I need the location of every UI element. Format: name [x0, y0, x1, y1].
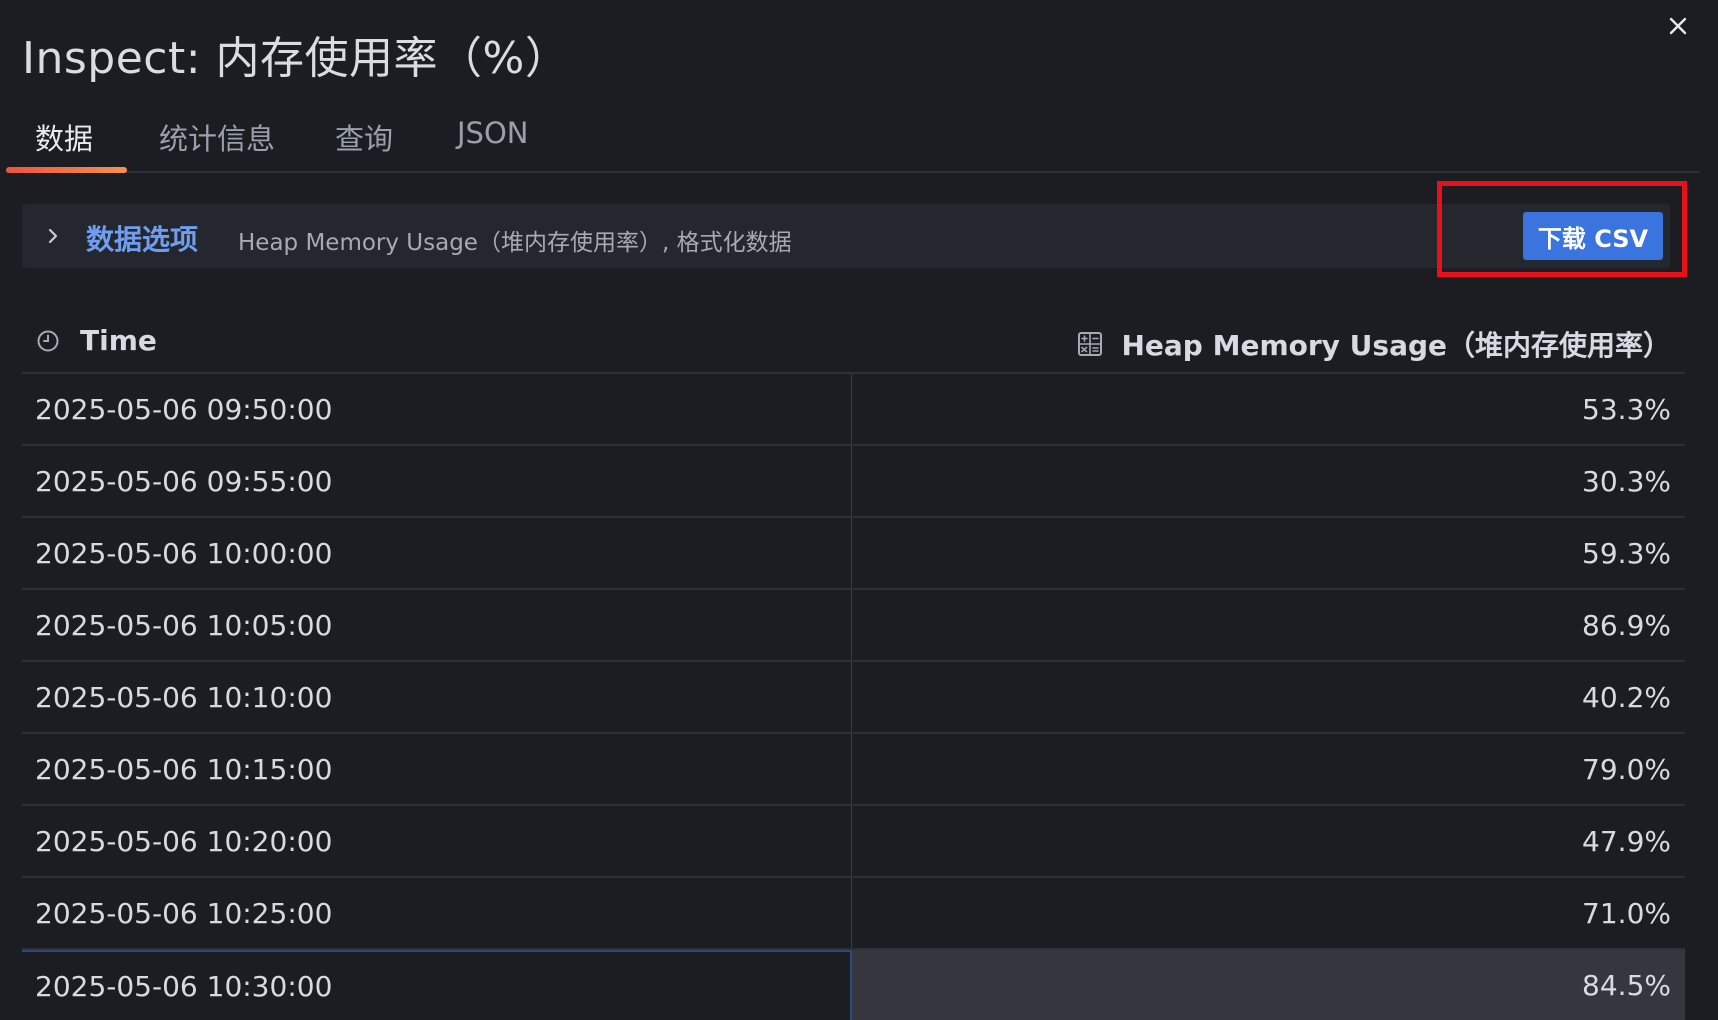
calculator-icon [1077, 331, 1103, 357]
value-cell: 79.0% [1582, 752, 1671, 786]
value-cell: 30.3% [1582, 464, 1671, 498]
column-header-value[interactable]: Heap Memory Usage（堆内存使用率） [1077, 324, 1671, 364]
table-row[interactable]: 2025-05-06 10:20:00 47.9% [22, 806, 1685, 878]
download-csv-button[interactable]: 下载 CSV [1523, 212, 1663, 260]
clock-icon [36, 329, 60, 353]
time-cell: 2025-05-06 10:00:00 [22, 518, 852, 588]
column-header-time[interactable]: Time [36, 324, 157, 357]
tab-data[interactable]: 数据 [35, 116, 93, 158]
table-row[interactable]: 2025-05-06 10:10:00 40.2% [22, 662, 1685, 734]
tab-stats[interactable]: 统计信息 [159, 116, 275, 158]
table-row[interactable]: 2025-05-06 10:15:00 79.0% [22, 734, 1685, 806]
active-tab-indicator [6, 167, 127, 173]
time-cell: 2025-05-06 09:55:00 [22, 446, 852, 516]
tab-bar: 数据 统计信息 查询 JSON [6, 100, 1700, 173]
inspect-drawer: Inspect: 内存使用率（%） 数据 统计信息 查询 JSON 数据选项 H… [0, 0, 1718, 1020]
value-cell: 59.3% [1582, 536, 1671, 570]
value-cell: 40.2% [1582, 680, 1671, 714]
table-row[interactable]: 2025-05-06 10:00:00 59.3% [22, 518, 1685, 590]
drawer-title: Inspect: 内存使用率（%） [22, 33, 570, 84]
table-row[interactable]: 2025-05-06 10:05:00 86.9% [22, 590, 1685, 662]
table-row[interactable]: 2025-05-06 09:50:00 53.3% [22, 374, 1685, 446]
time-cell: 2025-05-06 09:50:00 [22, 374, 852, 444]
table-header: Time Heap Memory Usage（堆内存使用率） [22, 306, 1685, 374]
value-cell: 86.9% [1582, 608, 1671, 642]
table-row[interactable]: 2025-05-06 09:55:00 30.3% [22, 446, 1685, 518]
data-options-label[interactable]: 数据选项 [86, 218, 198, 258]
table-row-selected[interactable]: 2025-05-06 10:30:00 84.5% [22, 950, 1685, 1020]
time-cell: 2025-05-06 10:10:00 [22, 662, 852, 732]
chevron-right-icon[interactable] [44, 224, 62, 248]
value-cell: 71.0% [1582, 896, 1671, 930]
data-options-bar[interactable]: 数据选项 Heap Memory Usage（堆内存使用率）, 格式化数据 [22, 204, 1670, 268]
time-cell: 2025-05-06 10:20:00 [22, 806, 852, 876]
tab-query[interactable]: 查询 [335, 116, 393, 158]
time-cell: 2025-05-06 10:25:00 [22, 878, 852, 948]
value-cell: 84.5% [852, 950, 1685, 1020]
data-options-description: Heap Memory Usage（堆内存使用率）, 格式化数据 [238, 230, 792, 256]
time-cell: 2025-05-06 10:05:00 [22, 590, 852, 660]
close-icon[interactable] [1666, 14, 1690, 38]
time-cell: 2025-05-06 10:30:00 [22, 950, 852, 1020]
data-table: Time Heap Memory Usage（堆内存使用率） 2025-05-0… [22, 306, 1685, 1020]
column-header-value-label: Heap Memory Usage（堆内存使用率） [1121, 329, 1671, 362]
table-row[interactable]: 2025-05-06 10:25:00 71.0% [22, 878, 1685, 950]
column-header-time-label: Time [80, 324, 157, 357]
time-cell: 2025-05-06 10:15:00 [22, 734, 852, 804]
value-cell: 47.9% [1582, 824, 1671, 858]
value-cell: 53.3% [1582, 392, 1671, 426]
tab-json[interactable]: JSON [457, 116, 528, 150]
